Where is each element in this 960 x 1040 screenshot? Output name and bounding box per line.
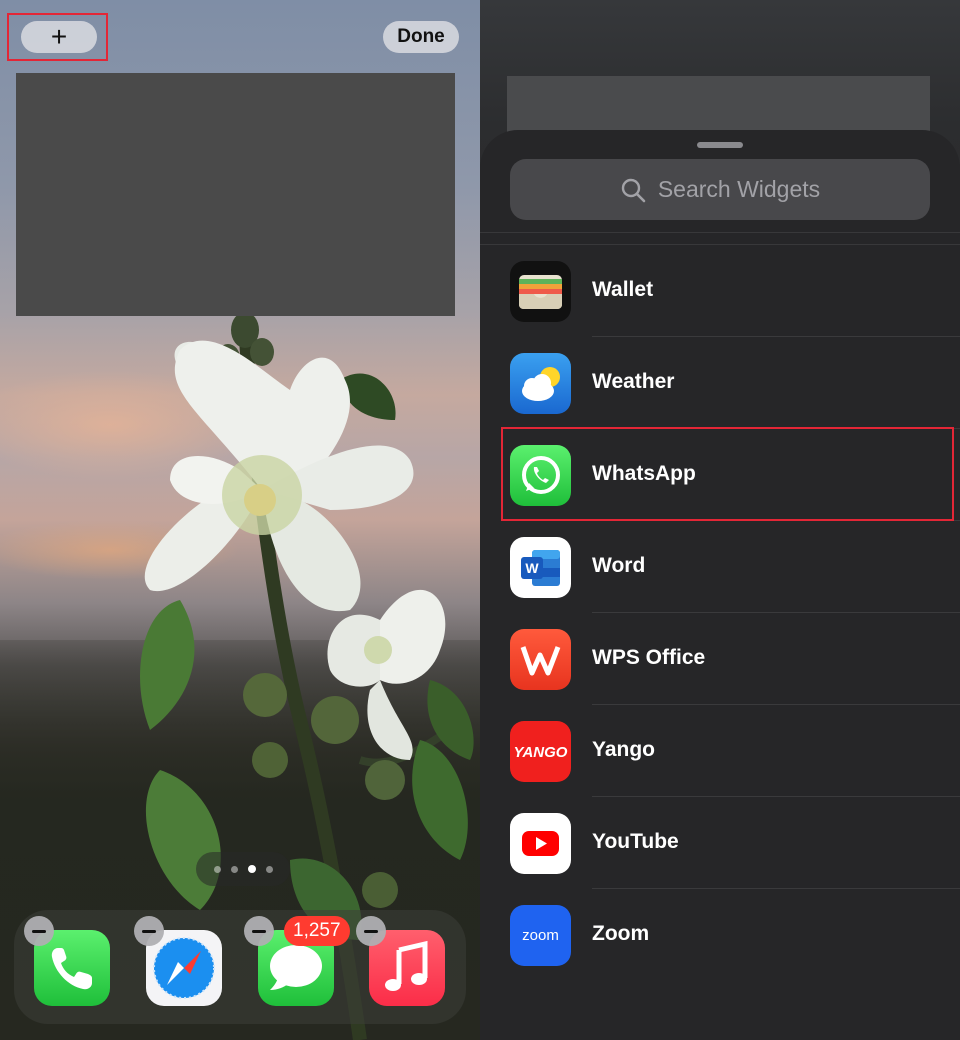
search-placeholder: Search Widgets xyxy=(657,176,821,202)
add-button-highlight-box xyxy=(7,13,108,61)
done-button[interactable]: Done xyxy=(383,21,459,53)
youtube-icon xyxy=(510,813,571,874)
widget-gallery-screen: Search Widgets Wallet Weather WhatsApp W… xyxy=(480,0,960,1040)
home-screen-edit-mode: + Done 1,257 xyxy=(0,0,480,1040)
yango-logo-text: YANGO xyxy=(514,744,568,761)
app-row-wps-office[interactable]: WPS Office xyxy=(480,613,960,705)
notification-badge: 1,257 xyxy=(284,916,350,946)
app-name: Zoom xyxy=(592,922,650,945)
app-row-wallet[interactable]: Wallet xyxy=(480,245,960,337)
whatsapp-highlight-box xyxy=(501,427,954,521)
zoom-icon: zoom xyxy=(510,905,571,966)
app-name: YouTube xyxy=(592,830,679,853)
widget-placeholder xyxy=(16,73,455,316)
page-dot xyxy=(230,865,238,873)
app-row-zoom[interactable]: zoom Zoom xyxy=(480,889,960,981)
remove-app-button[interactable] xyxy=(24,916,54,946)
divider xyxy=(480,232,960,233)
app-row-weather[interactable]: Weather xyxy=(480,337,960,429)
app-name: WPS Office xyxy=(592,646,706,669)
search-widgets-field[interactable]: Search Widgets xyxy=(510,159,930,220)
search-icon xyxy=(621,178,646,202)
app-row-yango[interactable]: YANGO Yango xyxy=(480,705,960,797)
yango-icon: YANGO xyxy=(510,721,571,782)
background-widget-placeholder xyxy=(507,76,930,136)
remove-app-button[interactable] xyxy=(244,916,274,946)
page-dot-active xyxy=(247,865,256,873)
app-row-youtube[interactable]: YouTube xyxy=(480,797,960,889)
page-dot xyxy=(213,865,221,873)
wallet-icon xyxy=(510,261,571,322)
app-name: Word xyxy=(592,554,646,577)
word-icon: W xyxy=(510,537,571,598)
app-name: Weather xyxy=(592,370,675,393)
wps-office-icon xyxy=(510,629,571,690)
sheet-grabber-handle[interactable] xyxy=(697,142,743,148)
app-name: Yango xyxy=(592,738,656,761)
word-icon-letter: W xyxy=(525,560,539,576)
app-name: Wallet xyxy=(592,278,654,301)
page-dot xyxy=(265,865,273,873)
remove-app-button[interactable] xyxy=(356,916,386,946)
remove-app-button[interactable] xyxy=(134,916,164,946)
app-row-word[interactable]: W Word xyxy=(480,521,960,613)
zoom-logo-text: zoom xyxy=(522,927,559,944)
weather-icon xyxy=(510,353,571,414)
page-dots[interactable] xyxy=(196,852,290,886)
